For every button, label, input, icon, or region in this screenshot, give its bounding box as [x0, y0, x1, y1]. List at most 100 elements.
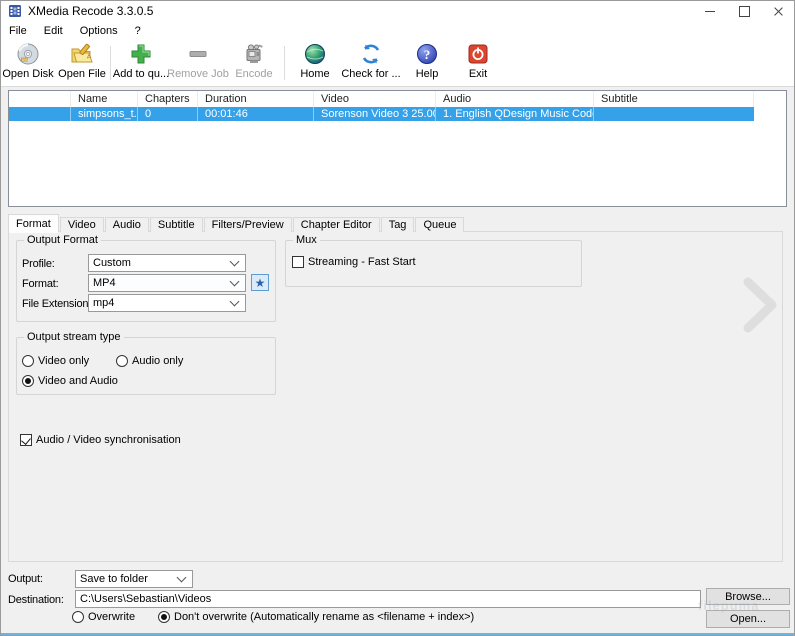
format-label: Format:: [22, 278, 59, 290]
tab-queue[interactable]: Queue: [415, 217, 464, 232]
destination-input[interactable]: [75, 590, 701, 608]
help-label: Help: [416, 68, 439, 80]
remove-job-icon: [186, 42, 210, 66]
row-duration-cell: 00:01:46: [198, 107, 314, 121]
row-subtitle-cell: [594, 107, 754, 121]
check-update-icon: [359, 42, 383, 66]
column-header-subtitle[interactable]: Subtitle: [594, 91, 754, 107]
checkbox-unchecked-icon: [292, 256, 304, 268]
toolbar-separator: [110, 46, 111, 80]
remove-job-button: Remove Job: [170, 42, 226, 84]
column-header-video[interactable]: Video: [314, 91, 436, 107]
streaming-fast-start-label: Streaming - Fast Start: [308, 256, 416, 268]
remove-job-label: Remove Job: [167, 68, 229, 80]
menu-edit[interactable]: Edit: [36, 23, 71, 39]
video-and-audio-label: Video and Audio: [38, 375, 118, 387]
mux-group-title: Mux: [293, 234, 320, 246]
dont-overwrite-label: Don't overwrite (Automatically rename as…: [174, 611, 474, 623]
column-header-chapters[interactable]: Chapters: [138, 91, 198, 107]
file-extension-select[interactable]: mp4: [88, 294, 246, 312]
maximize-button[interactable]: [727, 0, 761, 22]
open-file-button[interactable]: Open File: [56, 42, 108, 84]
open-disk-label: Open Disk: [2, 68, 53, 80]
check-for-updates-label: Check for ...: [341, 68, 400, 80]
radio-unselected-icon: [116, 355, 128, 367]
profile-label: Profile:: [22, 258, 55, 270]
streaming-fast-start-checkbox[interactable]: Streaming - Fast Start: [292, 256, 416, 268]
column-header-icon[interactable]: [9, 91, 71, 107]
tab-format[interactable]: Format: [8, 214, 59, 232]
exit-label: Exit: [469, 68, 487, 80]
menu-options[interactable]: Options: [72, 23, 126, 39]
overwrite-radio[interactable]: Overwrite: [72, 611, 135, 623]
output-mode-value: Save to folder: [76, 573, 178, 585]
star-icon: ★: [255, 277, 266, 289]
tab-filters-preview[interactable]: Filters/Preview: [204, 217, 292, 232]
open-file-label: Open File: [58, 68, 106, 80]
file-extension-label: File Extension:: [22, 298, 91, 310]
row-icon-cell: [9, 107, 71, 121]
row-video-cell: Sorenson Video 3 25.00 H...: [314, 107, 436, 121]
app-logo-icon: [8, 4, 22, 18]
audio-only-radio[interactable]: Audio only: [116, 355, 183, 367]
video-and-audio-radio[interactable]: Video and Audio: [22, 375, 118, 387]
title-bar: XMedia Recode 3.3.0.5: [0, 0, 795, 22]
column-header-audio[interactable]: Audio: [436, 91, 594, 107]
check-for-updates-button[interactable]: Check for ...: [340, 42, 402, 84]
tab-chapter-editor[interactable]: Chapter Editor: [293, 217, 380, 232]
chevron-down-icon: [230, 277, 240, 287]
encode-label: Encode: [235, 68, 272, 80]
add-to-queue-label: Add to qu...: [113, 68, 169, 80]
home-globe-icon: [303, 42, 327, 66]
output-label: Output:: [8, 573, 43, 585]
menu-file[interactable]: File: [1, 23, 35, 39]
tab-tag[interactable]: Tag: [381, 217, 415, 232]
minimize-icon: [705, 11, 715, 12]
tab-audio[interactable]: Audio: [105, 217, 149, 232]
svg-text:?: ?: [424, 47, 431, 62]
add-job-icon: [129, 42, 153, 66]
format-select[interactable]: MP4: [88, 274, 246, 292]
profile-select[interactable]: Custom: [88, 254, 246, 272]
add-to-queue-button[interactable]: Add to qu...: [114, 42, 168, 84]
open-button-label: Open...: [730, 613, 766, 625]
overwrite-label: Overwrite: [88, 611, 135, 623]
table-row-selected[interactable]: simpsons_t... 0 00:01:46 Sorenson Video …: [9, 107, 754, 121]
favorite-format-button[interactable]: ★: [251, 274, 269, 291]
maximize-icon: [739, 6, 750, 17]
job-list-header: Name Chapters Duration Video Audio Subti…: [9, 91, 786, 107]
open-disk-button[interactable]: DVD Open Disk: [2, 42, 54, 84]
encode-button: Encode: [230, 42, 278, 84]
format-value: MP4: [89, 277, 231, 289]
dont-overwrite-radio[interactable]: Don't overwrite (Automatically rename as…: [158, 611, 474, 623]
exit-button[interactable]: Exit: [452, 42, 504, 84]
tab-subtitle[interactable]: Subtitle: [150, 217, 203, 232]
menu-help[interactable]: ?: [127, 23, 149, 39]
window-title: XMedia Recode 3.3.0.5: [28, 4, 153, 18]
toolbar: DVD Open Disk Open File Add to qu...: [0, 40, 795, 87]
av-sync-label: Audio / Video synchronisation: [36, 434, 181, 446]
toolbar-separator: [284, 46, 285, 80]
video-only-radio[interactable]: Video only: [22, 355, 89, 367]
row-name-cell: simpsons_t...: [71, 107, 138, 121]
radio-unselected-icon: [72, 611, 84, 623]
column-header-duration[interactable]: Duration: [198, 91, 314, 107]
tab-video[interactable]: Video: [60, 217, 104, 232]
next-panel-chevron-icon[interactable]: [742, 277, 780, 333]
encode-icon: [242, 42, 266, 66]
output-mode-select[interactable]: Save to folder: [75, 570, 193, 588]
video-only-label: Video only: [38, 355, 89, 367]
help-button[interactable]: ? Help: [406, 42, 448, 84]
close-button[interactable]: [761, 0, 795, 22]
destination-label: Destination:: [8, 594, 64, 606]
home-label: Home: [300, 68, 329, 80]
minimize-button[interactable]: [693, 0, 727, 22]
radio-selected-icon: [158, 611, 170, 623]
chevron-down-icon: [230, 257, 240, 267]
av-sync-checkbox[interactable]: Audio / Video synchronisation: [20, 434, 181, 446]
tab-strip: Format Video Audio Subtitle Filters/Prev…: [8, 214, 465, 232]
home-button[interactable]: Home: [292, 42, 338, 84]
job-list: Name Chapters Duration Video Audio Subti…: [8, 90, 787, 207]
column-header-name[interactable]: Name: [71, 91, 138, 107]
output-stream-type-title: Output stream type: [24, 331, 124, 343]
